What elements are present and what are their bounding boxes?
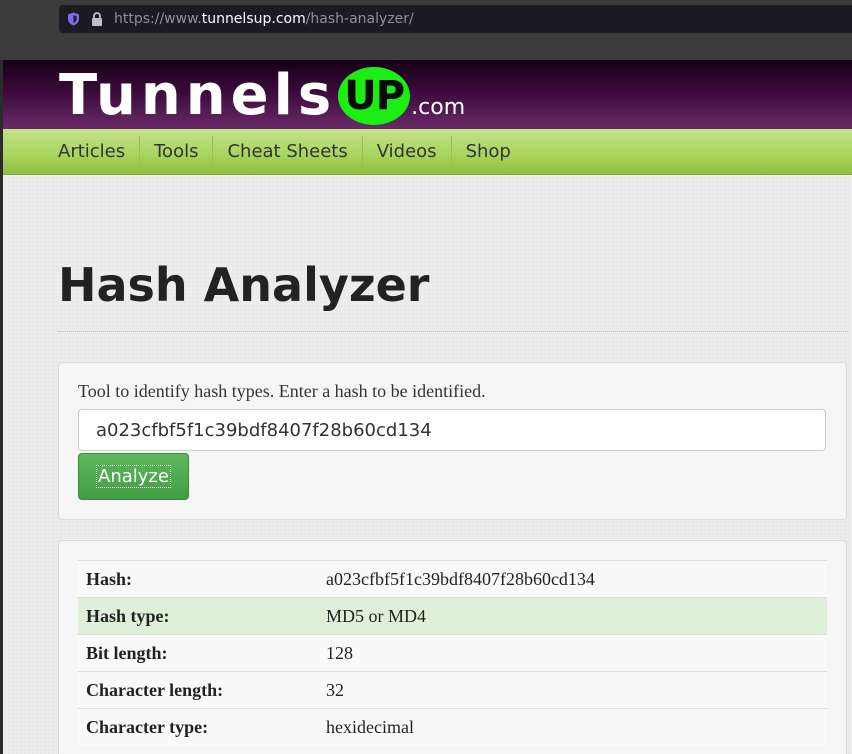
logo-suffix: .com	[411, 95, 466, 120]
results-panel: Hash: a023cfbf5f1c39bdf8407f28b60cd134 H…	[58, 540, 847, 754]
bit-length-value: 128	[318, 634, 827, 672]
hash-label: Hash:	[78, 560, 318, 598]
table-row: Hash type: MD5 or MD4	[78, 597, 827, 635]
character-type-value: hexidecimal	[318, 708, 827, 746]
tracking-protection-shield-icon[interactable]	[67, 12, 81, 26]
logo-word: Tunnels	[59, 63, 337, 128]
logo-badge: UP	[338, 67, 411, 125]
hash-type-value: MD5 or MD4	[318, 597, 827, 635]
results-table: Hash: a023cfbf5f1c39bdf8407f28b60cd134 H…	[78, 560, 827, 746]
character-length-label: Character length:	[78, 671, 318, 709]
table-row: Hash: a023cfbf5f1c39bdf8407f28b60cd134	[78, 560, 827, 598]
site-header: Tunnels UP .com	[3, 60, 852, 129]
analyzer-description: Tool to identify hash types. Enter a has…	[78, 381, 486, 401]
url-scheme: https://www.	[114, 11, 202, 27]
url-host: tunnelsup.com	[201, 11, 306, 27]
address-bar[interactable]: https://www.tunnelsup.com/hash-analyzer/	[59, 5, 852, 33]
analyze-button[interactable]: Analyze	[78, 453, 189, 500]
character-type-label: Character type:	[78, 708, 318, 746]
table-row: Bit length: 128	[78, 634, 827, 672]
analyze-button-label: Analyze	[96, 465, 171, 488]
url-path: /hash-analyzer/	[305, 11, 414, 27]
table-row: Character type: hexidecimal	[78, 708, 827, 746]
bit-length-label: Bit length:	[78, 634, 318, 672]
hash-type-label: Hash type:	[78, 597, 318, 635]
url-text[interactable]: https://www.tunnelsup.com/hash-analyzer/	[114, 11, 414, 27]
browser-toolbar: https://www.tunnelsup.com/hash-analyzer/	[0, 0, 852, 60]
lock-icon[interactable]	[91, 12, 105, 26]
nav-item-videos[interactable]: Videos	[361, 135, 451, 168]
page-title: Hash Analyzer	[58, 258, 430, 312]
analyzer-form-panel: Tool to identify hash types. Enter a has…	[58, 362, 847, 520]
nav-item-articles[interactable]: Articles	[58, 136, 139, 168]
nav-item-shop[interactable]: Shop	[450, 135, 525, 168]
nav-item-cheat-sheets[interactable]: Cheat Sheets	[212, 135, 361, 168]
main-nav: Articles Tools Cheat Sheets Videos Shop	[3, 129, 852, 175]
site-logo[interactable]: Tunnels UP .com	[59, 64, 465, 128]
table-row: Character length: 32	[78, 671, 827, 709]
nav-item-tools[interactable]: Tools	[139, 135, 212, 168]
hash-value: a023cfbf5f1c39bdf8407f28b60cd134	[318, 560, 827, 598]
hash-input[interactable]	[78, 409, 826, 451]
title-divider	[58, 331, 848, 332]
character-length-value: 32	[318, 671, 827, 709]
web-page: Tunnels UP .com Articles Tools Cheat She…	[3, 60, 852, 754]
